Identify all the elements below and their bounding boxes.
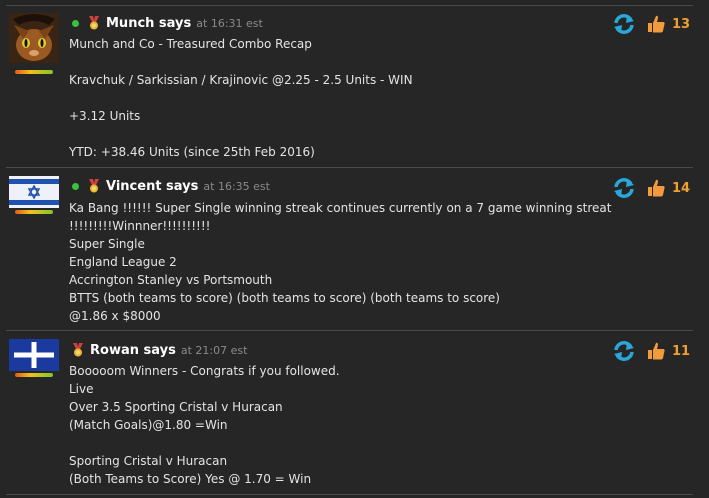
like-count: 13 <box>672 16 691 32</box>
comment-line: !!!!!!!!!Winnner!!!!!!!!!! <box>69 219 211 233</box>
comment-line: England League 2 <box>69 255 177 269</box>
comment-line: (Both Teams to Score) Yes @ 1.70 = Win <box>69 472 312 486</box>
timestamp: at 16:35 est <box>203 179 270 193</box>
reputation-meter <box>15 373 53 377</box>
comment-line: Super Single <box>69 237 145 251</box>
timestamp: at 16:31 est <box>196 16 263 30</box>
comment-line: Kravchuk / Sarkissian / Krajinovic @2.25… <box>69 73 413 87</box>
comment-line: Live <box>69 382 94 396</box>
comment-line: @1.86 x $8000 <box>69 309 161 323</box>
timestamp: at 21:07 est <box>180 343 248 357</box>
comment-line: Ka Bang !!!!!! Super Single winning stre… <box>69 201 612 215</box>
reputation-meter <box>15 210 53 214</box>
refresh-icon[interactable] <box>612 340 636 362</box>
divider <box>6 494 693 495</box>
online-status-icon <box>72 19 79 27</box>
like-count: 11 <box>672 343 691 359</box>
author-name[interactable]: Rowan says <box>90 343 176 358</box>
comment-actions: 11 <box>612 340 690 362</box>
thumbs-up-icon[interactable] <box>646 341 666 361</box>
reputation-meter <box>15 70 53 74</box>
comment-line: Munch and Co - Treasured Combo Recap <box>69 37 312 51</box>
like-count: 14 <box>672 180 691 196</box>
comment-actions: 13 <box>612 13 690 35</box>
comment-line: YTD: +38.46 Units (since 25th Feb 2016) <box>69 145 315 159</box>
comment-header: Munch says at 16:31 est <box>72 14 263 32</box>
thumbs-up-icon[interactable] <box>646 14 666 34</box>
divider <box>6 5 693 6</box>
comment-line: (Match Goals)@1.80 =Win <box>69 418 228 432</box>
comment-line <box>69 89 413 107</box>
comment-line <box>69 53 413 71</box>
avatar[interactable] <box>9 339 59 371</box>
online-status-icon <box>72 182 79 190</box>
author-name[interactable]: Munch says <box>106 16 191 31</box>
comment-header: Vincent says at 16:35 est <box>72 177 270 195</box>
refresh-icon[interactable] <box>612 13 636 35</box>
comment-actions: 14 <box>612 177 690 199</box>
comment-line: Accrington Stanley vs Portsmouth <box>69 273 273 287</box>
avatar[interactable] <box>9 13 59 63</box>
comment-body: Munch and Co - Treasured Combo Recap Kra… <box>69 35 413 161</box>
divider <box>6 330 693 331</box>
author-name[interactable]: Vincent says <box>106 179 198 194</box>
comment-line: +3.12 Units <box>69 109 141 123</box>
divider <box>6 167 693 168</box>
comment-body: Booooom Winners - Congrats if you follow… <box>69 362 340 488</box>
comment-line <box>69 125 413 143</box>
medal-icon <box>73 343 83 357</box>
refresh-icon[interactable] <box>612 177 636 199</box>
avatar[interactable] <box>9 176 59 208</box>
comment-header: Rowan says at 21:07 est <box>72 341 247 359</box>
comment-line: BTTS (both teams to score) (both teams t… <box>69 291 500 305</box>
thumbs-up-icon[interactable] <box>646 178 666 198</box>
comment-line <box>69 434 340 452</box>
comment-line: Booooom Winners - Congrats if you follow… <box>69 364 340 378</box>
comment-line: Sporting Cristal v Huracan <box>69 454 228 468</box>
medal-icon <box>89 179 99 193</box>
comment-line: Over 3.5 Sporting Cristal v Huracan <box>69 400 283 414</box>
medal-icon <box>89 16 99 30</box>
comment-body: Ka Bang !!!!!! Super Single winning stre… <box>69 199 611 325</box>
